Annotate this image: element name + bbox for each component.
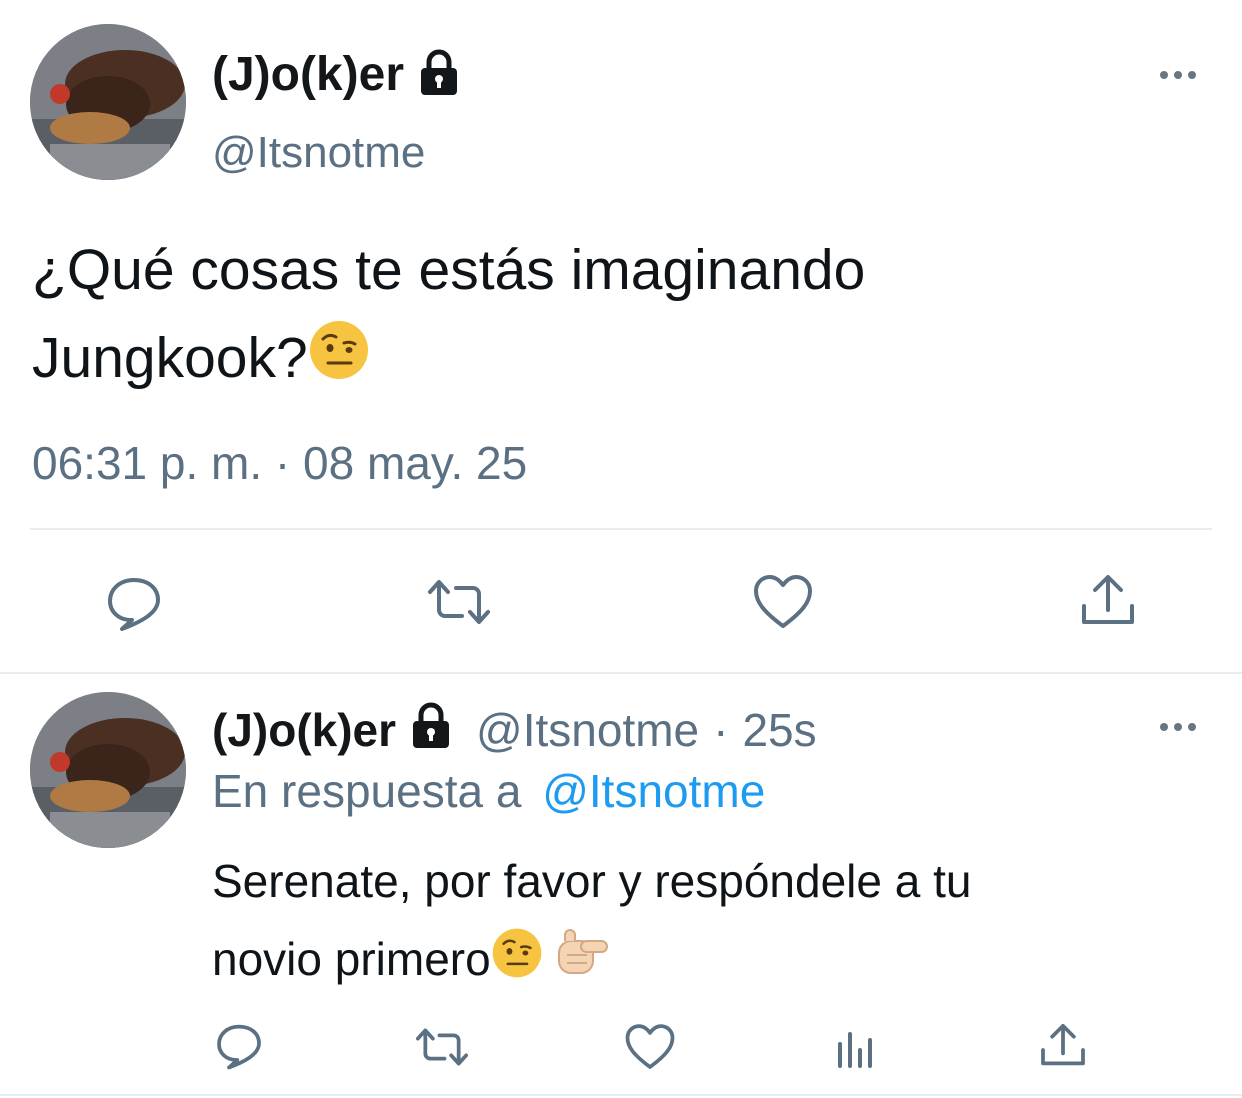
reply-text-fragment: novio primero (212, 933, 491, 985)
in-reply-to: En respuesta a @Itsnotme (212, 764, 765, 818)
raised-eyebrow-emoji-icon (308, 318, 370, 406)
reply-icon[interactable] (214, 1020, 264, 1070)
retweet-icon[interactable] (412, 1022, 472, 1072)
separator-dot: · (713, 704, 729, 756)
avatar[interactable] (30, 24, 186, 180)
reply-header-row: (J)o(k)er @Itsnotme · 25s (212, 700, 817, 760)
timestamp[interactable]: 06:31 p. m. · 08 may. 25 (32, 436, 527, 490)
author-name-row: (J)o(k)er (212, 44, 464, 104)
tweet-text-line: ¿Qué cosas te estás imaginando (32, 238, 866, 302)
reply-icon[interactable] (104, 572, 164, 632)
like-icon[interactable] (752, 572, 814, 632)
analytics-icon[interactable] (834, 1024, 880, 1070)
handle[interactable]: @Itsnotme (476, 703, 699, 757)
like-icon[interactable] (624, 1022, 676, 1072)
reply-text: Serenate, por favor y respóndele a tu no… (212, 842, 971, 1002)
divider (0, 672, 1242, 674)
tweet-age[interactable]: 25s (742, 703, 816, 757)
reply-text-line: novio primero (212, 920, 971, 1002)
share-icon[interactable] (1078, 570, 1138, 630)
raised-eyebrow-emoji-icon (491, 924, 543, 1002)
lock-icon (406, 700, 456, 761)
display-name[interactable]: (J)o(k)er (212, 703, 396, 757)
tweet-text-fragment: Jungkook? (32, 326, 308, 390)
avatar[interactable] (30, 692, 186, 848)
retweet-icon[interactable] (424, 572, 494, 632)
tweet-text: ¿Qué cosas te estás imaginando Jungkook? (32, 226, 865, 406)
in-reply-to-handle[interactable]: @Itsnotme (542, 765, 765, 817)
in-reply-to-label: En respuesta a (212, 765, 522, 817)
share-icon[interactable] (1038, 1020, 1088, 1070)
divider (30, 528, 1212, 530)
more-options-icon[interactable] (1160, 723, 1196, 731)
display-name[interactable]: (J)o(k)er (212, 47, 404, 102)
divider (0, 1094, 1242, 1096)
lock-icon (414, 47, 464, 102)
more-options-icon[interactable] (1160, 71, 1196, 79)
reply-text-line: Serenate, por favor y respóndele a tu (212, 855, 972, 907)
pointing-hand-emoji-icon (553, 924, 609, 1002)
handle[interactable]: @Itsnotme (212, 128, 425, 178)
tweet-text-line: Jungkook? (32, 314, 865, 406)
